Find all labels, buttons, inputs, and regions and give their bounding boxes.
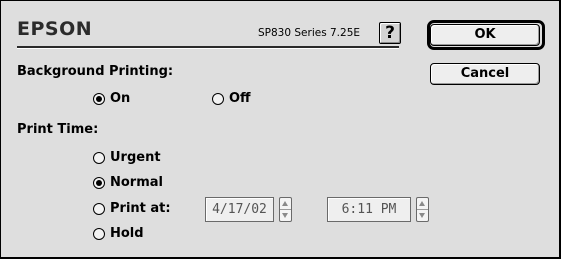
date-stepper-down[interactable] [280, 210, 291, 221]
print-time-field[interactable]: 6:11 PM [327, 197, 411, 222]
radio-label-print-at: Print at: [110, 201, 171, 216]
header-divider [17, 46, 399, 49]
printer-series-label: SP830 Series 7.25E [258, 27, 361, 39]
time-stepper-up[interactable] [417, 198, 428, 210]
date-stepper[interactable] [279, 197, 292, 222]
radio-button-icon[interactable] [93, 228, 105, 240]
triangle-up-icon [282, 201, 288, 206]
cancel-button[interactable]: Cancel [430, 63, 540, 85]
radio-label-hold: Hold [110, 226, 144, 241]
time-stepper-down[interactable] [417, 210, 428, 221]
triangle-down-icon [282, 213, 288, 218]
radio-label-urgent: Urgent [110, 150, 161, 165]
print-options-dialog: EPSON SP830 Series 7.25E ? OK Cancel Bac… [0, 0, 561, 259]
triangle-down-icon [419, 213, 425, 218]
radio-label-on: On [110, 91, 131, 106]
triangle-up-icon [419, 201, 425, 206]
radio-button-icon[interactable] [93, 203, 105, 215]
radio-label-normal: Normal [110, 175, 163, 190]
radio-button-icon[interactable] [93, 152, 105, 164]
help-button[interactable]: ? [379, 22, 401, 44]
background-printing-label: Background Printing: [17, 64, 174, 79]
time-stepper[interactable] [416, 197, 429, 222]
print-date-field[interactable]: 4/17/02 [205, 197, 274, 222]
radio-button-selected-icon[interactable] [93, 93, 105, 105]
radio-button-selected-icon[interactable] [93, 177, 105, 189]
radio-label-off: Off [229, 91, 251, 106]
question-mark-icon: ? [385, 23, 395, 43]
date-stepper-up[interactable] [280, 198, 291, 210]
epson-logo: EPSON [17, 18, 93, 40]
ok-button[interactable]: OK [430, 24, 540, 46]
radio-button-icon[interactable] [212, 93, 224, 105]
print-time-label: Print Time: [17, 122, 99, 137]
